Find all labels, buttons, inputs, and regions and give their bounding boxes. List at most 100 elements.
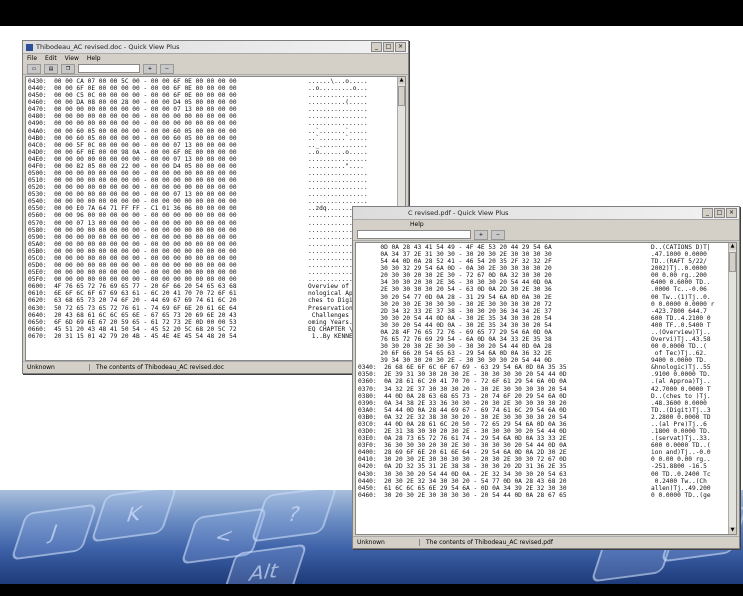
ascii-line: .48.3600 0.0000 [651, 399, 711, 407]
scroll-down-icon[interactable]: ▼ [729, 527, 736, 534]
hex-line: 03E0: 0A 28 73 65 72 76 61 74 - 29 54 6A… [358, 435, 567, 443]
hex-line: 0640: 20 43 68 61 6C 6C 65 6E - 67 65 73… [28, 311, 237, 319]
hex-line: 20 30 30 20 30 2E 30 - 72 67 0D 0A 32 30… [358, 272, 552, 280]
ascii-line: 0 0.0000 0.0000 r [651, 300, 715, 308]
hex-line: 03B0: 0A 32 2E 32 38 30 30 20 - 30 2E 30… [358, 413, 567, 421]
menu-help[interactable]: Help [87, 55, 101, 62]
ascii-line: .47.1000 0.0000 [651, 251, 711, 259]
hex-line: 30 20 30 2E 30 30 30 - 30 2E 30 30 30 30… [358, 300, 552, 308]
hex-line: 0550: 00 00 E0 7A 64 71 FF FF - C1 01 36… [28, 205, 237, 213]
scroll-thumb[interactable] [398, 86, 405, 106]
ascii-line: 0.2400 Tw..(Ch [651, 477, 711, 485]
menu-file[interactable]: File [27, 55, 37, 62]
hex-line: 0510: 00 00 00 00 00 00 00 00 - 00 00 00… [28, 177, 237, 185]
hex-line: 0560: 00 00 96 00 00 00 00 00 - 00 00 00… [28, 212, 237, 220]
ascii-line: ion and)Tj..-0.0 [651, 449, 711, 457]
ascii-column: D..(CATIONS D)T| .47.1000 0.0000 TD..(RAF… [651, 244, 714, 499]
ascii-line: ..(Overview)Tj.. [651, 328, 711, 336]
hex-line: 0610: 6E 6F 6C 6F 67 69 63 61 - 6C 20 41… [28, 290, 237, 298]
ascii-line: ................ [308, 106, 368, 114]
window-title: Thibodeau_AC revised.doc - Quick View Pl… [36, 43, 180, 51]
copy-icon[interactable]: ❐ [61, 63, 75, 74]
close-button[interactable]: × [726, 208, 737, 218]
hex-line: 0530: 00 00 00 00 00 00 00 00 - 00 00 07… [28, 191, 237, 199]
zoom-out-icon[interactable]: − [160, 63, 174, 74]
hex-line: 2E 30 30 30 30 20 54 - 63 0D 0A 2D 30 2E… [358, 286, 552, 294]
zoom-out-icon[interactable]: − [491, 229, 505, 240]
menu-bar: File Edit View Help [23, 54, 408, 63]
hex-bytes-column: 0D 0A 28 43 41 54 49 - 4F 4E 53 20 44 29… [358, 244, 567, 499]
minimize-button[interactable]: _ [371, 42, 382, 52]
hex-line: 0500: 00 00 00 00 00 00 00 00 - 00 00 00… [28, 170, 237, 178]
ascii-line: ..........".... [308, 162, 364, 170]
view-mode-select[interactable] [357, 230, 471, 239]
window-titlebar[interactable]: Thibodeau_AC revised.doc - Quick View Pl… [23, 41, 408, 54]
ascii-line: ................ [308, 184, 368, 192]
hex-line: 05D0: 00 00 00 00 00 00 00 00 - 00 00 00… [28, 262, 237, 270]
ascii-line: &hnologic)Tj..55 [651, 364, 711, 372]
ascii-line: TD..(RAFT 5/22/ [651, 258, 707, 266]
hex-line: 0440: 00 00 6F 0E 00 00 00 00 - 00 00 6F… [28, 85, 237, 93]
scroll-up-icon[interactable]: ▲ [729, 243, 736, 250]
toolbar: + − [353, 229, 739, 241]
hex-line: 04E0: 00 00 00 00 00 00 00 00 - 00 00 07… [28, 155, 237, 163]
hex-line: 0D 0A 28 43 41 54 49 - 4F 4E 53 20 44 29… [358, 244, 552, 251]
hex-line: 0600: 4F 76 65 72 76 69 65 77 - 20 6F 66… [28, 283, 237, 291]
hex-view-pane[interactable]: 0D 0A 28 43 41 54 49 - 4F 4E 53 20 44 29… [355, 242, 737, 535]
menu-view[interactable]: View [65, 55, 79, 62]
ascii-line: allen)Tj..49.200 [651, 484, 711, 492]
status-description: The contents of Thibodeau_AC revised.pdf [426, 539, 553, 546]
maximize-button[interactable]: □ [714, 208, 725, 218]
hex-line: 34 30 30 20 30 2E 36 - 30 30 30 20 54 44… [358, 279, 552, 287]
zoom-in-icon[interactable]: + [474, 229, 488, 240]
bottom-black-bar [0, 584, 743, 596]
open-icon[interactable]: ▭ [27, 63, 41, 74]
ascii-line: ..(al Pre)Tj..6 [651, 420, 707, 428]
hex-line: 03A0: 54 44 0D 0A 28 44 69 67 - 69 74 61… [358, 406, 567, 414]
hex-line: 0580: 00 00 00 00 00 00 00 00 - 00 00 00… [28, 226, 237, 234]
ascii-line: ..o.........o... [308, 85, 368, 93]
hex-line: 0590: 00 00 00 00 00 00 00 00 - 00 00 00… [28, 233, 237, 241]
minimize-button[interactable]: _ [702, 208, 713, 218]
hex-bytes-column: 0430: 00 00 CA 07 00 00 5C 00 - 00 00 6F… [28, 78, 237, 340]
ascii-line: .9100 0.0000 TD. [651, 371, 711, 379]
hex-line: 0360: 0A 28 61 6C 20 41 70 70 - 72 6F 61… [358, 378, 567, 386]
hex-line: 0450: 00 00 C5 0C 00 00 00 00 - 00 00 6F… [28, 92, 237, 100]
menu-bar: Help [353, 220, 739, 229]
hex-line: 0370: 34 32 2E 37 30 30 30 20 - 30 2E 30… [358, 385, 567, 393]
vertical-scrollbar[interactable]: ▲ ▼ [728, 243, 736, 534]
hex-line: 0460: 30 20 30 2E 30 30 30 30 - 20 54 44… [358, 491, 567, 499]
ascii-line: Overvi)Tj..43.58 [651, 336, 711, 344]
hex-line: 0410: 30 20 30 2E 30 30 30 30 - 20 30 2E… [358, 456, 567, 464]
view-mode-select[interactable] [78, 64, 140, 73]
print-icon[interactable]: ▤ [44, 63, 58, 74]
zoom-in-icon[interactable]: + [143, 63, 157, 74]
scroll-thumb[interactable] [729, 252, 736, 272]
menu-help[interactable]: Help [410, 221, 424, 228]
hex-line: 20 6F 66 20 54 65 63 - 29 54 6A 0D 0A 36… [358, 350, 552, 358]
maximize-button[interactable]: □ [383, 42, 394, 52]
ascii-line: 600 TD..4.2100 0 [651, 314, 711, 322]
ascii-line: D..(ches to )Tj. [651, 392, 711, 400]
hex-line: 0380: 44 0D 0A 28 63 68 65 73 - 20 74 6F… [358, 392, 567, 400]
toolbar: ▭ ▤ ❐ + − [23, 63, 408, 75]
hex-line: 0620: 63 68 65 73 20 74 6F 20 - 44 69 67… [28, 297, 237, 305]
ascii-line: ..........(..... [308, 99, 368, 107]
ascii-line: ................ [308, 198, 368, 206]
ascii-line: 400 TF..0.5400 T [651, 321, 711, 329]
window-titlebar[interactable]: C revised.pdf - Quick View Plus _ □ × [353, 207, 739, 220]
ascii-line: TD..(Digit)Tj..3 [651, 406, 711, 414]
close-button[interactable]: × [395, 42, 406, 52]
menu-edit[interactable]: Edit [45, 55, 57, 62]
hex-line: 2D 34 32 33 2E 37 38 - 30 30 20 36 34 34… [358, 307, 552, 315]
hex-line: 0470: 00 00 00 00 00 00 00 00 - 00 00 07… [28, 106, 237, 114]
ascii-line: 2002)Tj..0.0000 [651, 265, 711, 273]
status-bar: Unknown The contents of Thibodeau_AC rev… [23, 361, 408, 373]
hex-line: 30 30 20 54 44 0D 0A - 30 2E 35 34 30 30… [358, 314, 552, 322]
hex-line: 0540: 00 00 00 00 00 00 00 00 - 00 00 00… [28, 198, 237, 206]
hex-line: 05F0: 00 00 00 00 00 00 00 00 - 00 00 00… [28, 276, 237, 284]
scroll-up-icon[interactable]: ▲ [398, 77, 405, 84]
hex-view-pane[interactable]: 0430: 00 00 CA 07 00 00 5C 00 - 00 00 6F… [25, 76, 406, 361]
hex-line: 0490: 00 00 00 00 00 00 00 00 - 00 00 00… [28, 120, 237, 128]
status-description: The contents of Thibodeau_AC revised.doc [96, 364, 225, 371]
